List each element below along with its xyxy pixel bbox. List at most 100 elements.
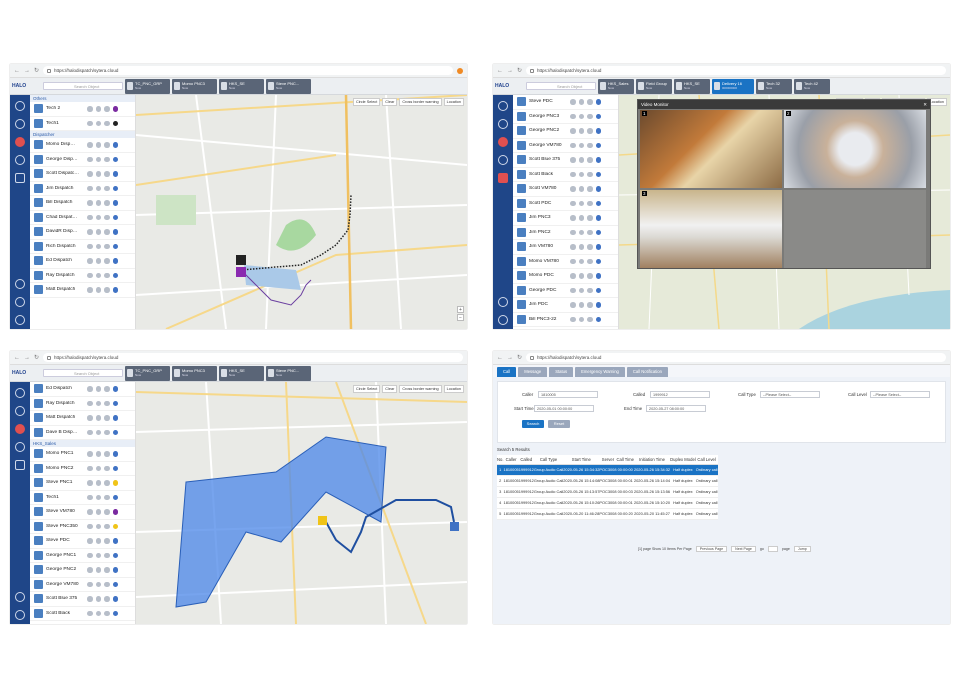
list-item[interactable]: Tech 2 [30, 102, 135, 117]
call-icon[interactable] [87, 287, 93, 293]
location-icon[interactable] [112, 120, 118, 126]
message-icon[interactable] [578, 244, 584, 250]
list-item[interactable]: Bill PNC3-23 [513, 327, 618, 329]
call-icon[interactable] [87, 552, 93, 558]
list-item[interactable]: Steve VM780 [30, 505, 135, 520]
location-icon[interactable] [595, 302, 601, 308]
location-icon[interactable] [112, 581, 118, 587]
video-icon[interactable] [104, 142, 110, 148]
record-icon[interactable] [15, 173, 25, 183]
call-icon[interactable] [87, 386, 93, 392]
video-icon[interactable] [587, 316, 593, 322]
message-icon[interactable] [95, 400, 101, 406]
message-icon[interactable] [95, 523, 101, 529]
location-icon[interactable] [112, 214, 118, 220]
call-icon[interactable] [87, 509, 93, 515]
call-icon[interactable] [87, 200, 93, 206]
message-icon[interactable] [95, 480, 101, 486]
location-icon[interactable] [112, 229, 118, 235]
column-header[interactable]: Call Time [616, 455, 634, 465]
video-icon[interactable] [104, 156, 110, 162]
video-icon[interactable] [587, 128, 593, 134]
user-icon[interactable] [15, 137, 25, 147]
circle-select-button[interactable]: Circle Select [352, 98, 381, 106]
call-tab[interactable]: TC_PNC_GRP Now [125, 78, 170, 94]
group-header[interactable]: HKS_Sales [30, 440, 135, 447]
list-item[interactable]: Bill PNC3-22 [513, 313, 618, 327]
list-item[interactable]: Steve PNC350 [30, 520, 135, 534]
video-icon[interactable] [587, 258, 593, 264]
location-icon[interactable] [595, 99, 601, 105]
group-icon[interactable] [498, 119, 508, 129]
cross-border-button[interactable]: Cross border warning [399, 385, 442, 393]
list-item[interactable]: George VM780 [30, 578, 135, 592]
column-header[interactable]: Call Type [533, 455, 564, 465]
video-icon[interactable] [104, 538, 110, 544]
dispatch-icon[interactable] [498, 101, 508, 111]
message-icon[interactable] [95, 538, 101, 544]
table-row[interactable]: 3 1810005 1999912 Group Audio Call 2020-05-2… [497, 486, 718, 498]
video-icon[interactable] [104, 509, 110, 515]
message-icon[interactable] [578, 316, 584, 322]
message-icon[interactable] [95, 415, 101, 421]
list-item[interactable]: Scott Black [513, 168, 618, 182]
call-icon[interactable] [87, 494, 93, 500]
message-icon[interactable] [578, 200, 584, 206]
tab-notification[interactable]: Call Notification [626, 367, 668, 377]
forward-icon[interactable]: → [507, 355, 513, 361]
list-item[interactable]: George PNC2 [30, 563, 135, 578]
list-item[interactable]: Dave B Disp… [30, 426, 135, 440]
video-icon[interactable] [104, 480, 110, 486]
reload-icon[interactable]: ↻ [34, 354, 39, 361]
video-icon[interactable] [104, 229, 110, 235]
column-header[interactable]: Start Time [563, 455, 600, 465]
message-icon[interactable] [95, 142, 101, 148]
jump-button[interactable]: Jump [793, 546, 811, 552]
location-icon[interactable] [595, 171, 601, 177]
message-icon[interactable] [95, 494, 101, 500]
list-item[interactable]: Ray Dispatch [30, 397, 135, 411]
cross-border-button[interactable]: Cross border warning [399, 98, 442, 106]
video-icon[interactable] [587, 142, 593, 148]
video-feed[interactable]: 2 [784, 110, 926, 188]
message-icon[interactable] [95, 596, 101, 602]
location-icon[interactable] [595, 244, 601, 250]
message-icon[interactable] [95, 509, 101, 515]
call-tab[interactable]: Steve PNC... Now [266, 365, 311, 381]
list-item[interactable]: Tech1 [30, 491, 135, 505]
message-icon[interactable] [578, 229, 584, 235]
video-icon[interactable] [587, 302, 593, 308]
user-icon[interactable] [15, 424, 25, 434]
call-icon[interactable] [87, 523, 93, 529]
call-icon[interactable] [87, 258, 93, 264]
call-type-select[interactable]: --Please Select-- [760, 391, 820, 398]
tech-marker-icon[interactable] [236, 267, 246, 277]
video-icon[interactable] [104, 610, 110, 616]
message-icon[interactable] [95, 581, 101, 587]
settings-icon[interactable] [498, 315, 508, 325]
page-input[interactable] [767, 546, 778, 552]
location-icon[interactable] [112, 243, 118, 249]
video-icon[interactable] [104, 567, 110, 573]
message-icon[interactable] [578, 99, 584, 105]
call-tab[interactable]: HKS_Sales Now [598, 78, 634, 94]
location-icon[interactable] [112, 465, 118, 471]
user-icon[interactable] [498, 137, 508, 147]
message-icon[interactable] [95, 386, 101, 392]
call-icon[interactable] [87, 596, 93, 602]
location-icon[interactable] [112, 451, 118, 457]
close-icon[interactable]: ✕ [923, 102, 927, 107]
list-item[interactable]: Momo VM780 [513, 255, 618, 269]
forward-icon[interactable]: → [507, 68, 513, 74]
table-row[interactable]: 2 1810005 1999912 Group Audio Call 2020-05-2… [497, 475, 718, 487]
call-icon[interactable] [87, 610, 93, 616]
history-icon[interactable] [15, 592, 25, 602]
tab-message[interactable]: Message [518, 367, 548, 377]
list-item[interactable]: Ed Dispatch [30, 382, 135, 397]
search-input[interactable]: Search Object [526, 82, 596, 90]
call-icon[interactable] [87, 538, 93, 544]
message-icon[interactable] [95, 429, 101, 435]
message-icon[interactable] [578, 128, 584, 134]
call-icon[interactable] [87, 465, 93, 471]
video-icon[interactable] [104, 258, 110, 264]
